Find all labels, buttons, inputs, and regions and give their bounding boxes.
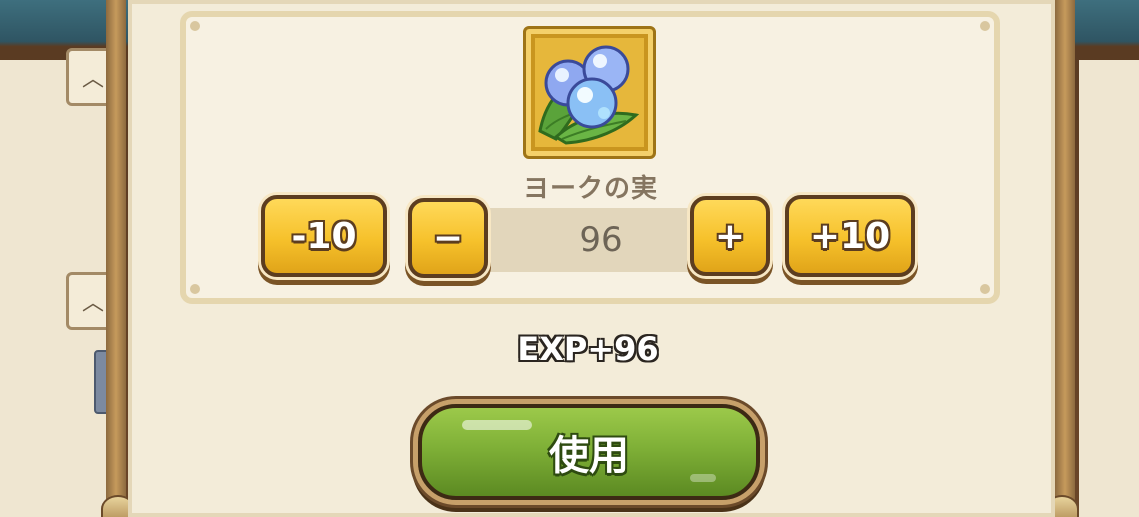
plus-button[interactable]: + [690,196,770,276]
plus-10-button[interactable]: +10 [785,195,915,277]
item-use-dialog: ヨークの実 96 -10 − + +10 EXP+96 使用 [128,0,1055,517]
minus-10-button[interactable]: -10 [261,195,387,277]
corner-decoration [190,21,200,31]
button-shine [462,420,532,430]
game-screen: ︿ ︿ ヨークの実 96 -10 − + +10 EXP+96 使用 [0,0,1139,517]
quantity-value: 96 [486,208,716,272]
corner-decoration [980,284,990,294]
corner-decoration [190,284,200,294]
button-shine [690,474,716,482]
blue-berries-on-leaf-icon [538,45,640,145]
background-right-panel [1079,60,1139,517]
left-frame-pole [106,0,126,517]
exp-gain-label: EXP+96 [517,330,659,368]
minus-button[interactable]: − [408,198,488,278]
use-button-label: 使用 [549,433,629,479]
right-frame-pole [1055,0,1075,517]
corner-decoration [980,21,990,31]
item-icon-frame [523,26,656,159]
use-button[interactable]: 使用 [418,404,760,500]
